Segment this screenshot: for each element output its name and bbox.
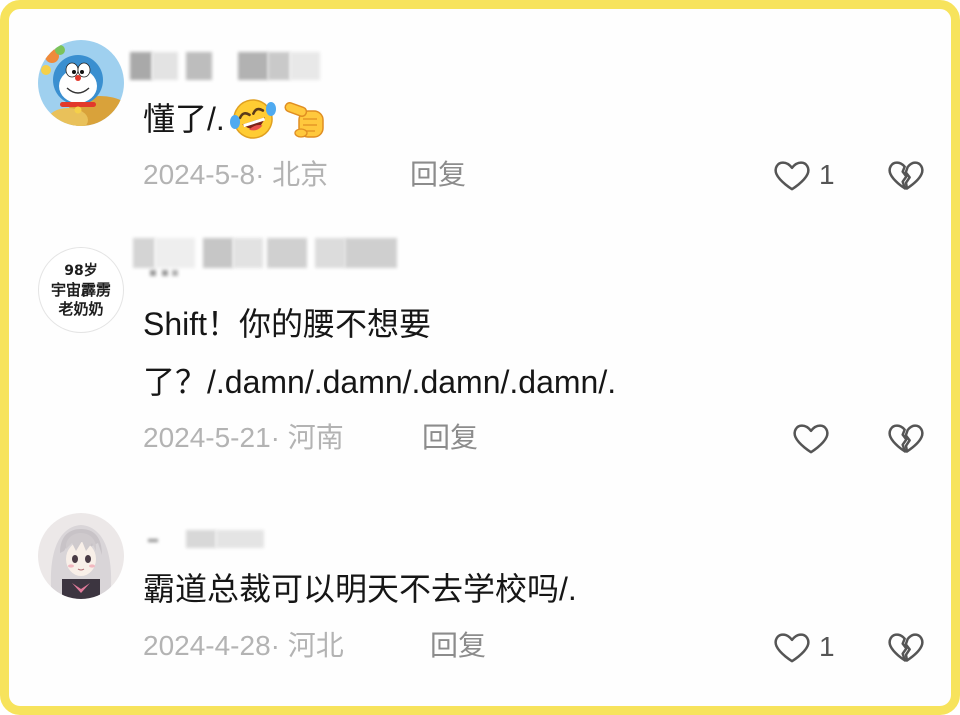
comment-date-location: 2024-5-8· 北京 <box>143 159 329 190</box>
comment-date-location: 2024-5-21· 河南 <box>143 422 344 453</box>
heart-outline-icon <box>793 424 829 454</box>
avatar[interactable]: 98岁 宇宙霹雳 老奶奶 <box>38 247 124 333</box>
anime-girl-avatar-icon <box>38 513 124 599</box>
comment-date-location: 2024-4-28· 河北 <box>143 630 344 661</box>
like-button[interactable]: 1 <box>772 155 835 195</box>
heart-outline-icon <box>774 161 810 191</box>
like-button[interactable] <box>791 418 831 458</box>
screenshot-stage: 懂了/. 2024-5-8· 北京 回复 1 98岁 宇宙霹雳 老奶奶 Shif… <box>0 0 960 715</box>
broken-heart-icon <box>888 633 924 662</box>
like-button[interactable]: 1 <box>772 627 835 667</box>
comment-text: 懂了/. <box>143 99 329 139</box>
dislike-button[interactable] <box>886 627 926 667</box>
comment-text-line: 懂了/. <box>143 101 225 137</box>
avatar-text-line: 老奶奶 <box>58 299 104 318</box>
username-blurred[interactable] <box>133 238 397 268</box>
comment-text-line: 霸道总裁可以明天不去学校吗/. <box>143 571 577 607</box>
avatar-text-line: 98岁 <box>64 262 98 279</box>
avatar-text-line: 宇宙霹雳 <box>50 280 111 299</box>
broken-heart-icon <box>888 161 924 190</box>
pointing-hand-emoji-icon <box>281 95 329 143</box>
comment-text-line: Shift！你的腰不想要 <box>143 306 432 342</box>
reply-button[interactable]: 回复 <box>410 157 466 193</box>
like-count: 1 <box>819 159 835 190</box>
username-blurred[interactable] <box>148 530 268 548</box>
reply-button[interactable]: 回复 <box>430 628 486 664</box>
like-count: 1 <box>819 631 835 662</box>
avatar[interactable] <box>38 40 124 126</box>
heart-outline-icon <box>774 633 810 663</box>
dislike-button[interactable] <box>886 155 926 195</box>
dislike-button[interactable] <box>886 418 926 458</box>
laughing-crying-emoji-icon <box>229 95 277 143</box>
username-blurred[interactable] <box>130 52 322 80</box>
comment-text-line: 了？/.damn/.damn/.damn/.damn/. <box>143 364 617 400</box>
cartoon-cat-avatar-icon <box>38 40 124 126</box>
avatar[interactable] <box>38 513 124 599</box>
username-blurred-marks <box>150 270 180 276</box>
reply-button[interactable]: 回复 <box>422 420 478 456</box>
broken-heart-icon <box>888 424 924 453</box>
